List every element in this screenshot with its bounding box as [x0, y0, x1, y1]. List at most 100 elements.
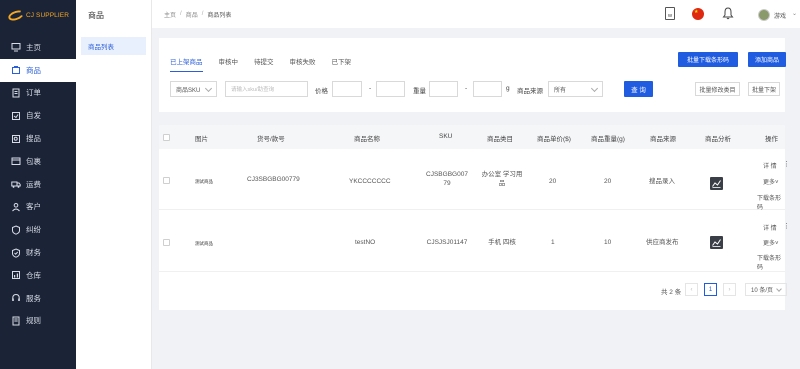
- price-label: 价格: [315, 88, 328, 95]
- submenu-panel: 商品 商品列表: [76, 0, 152, 369]
- more-dropdown[interactable]: 更多˅: [763, 238, 779, 247]
- avatar[interactable]: [758, 9, 770, 21]
- trend-chart-icon[interactable]: [710, 236, 723, 249]
- finance-icon: [11, 248, 21, 258]
- detail-link[interactable]: 详 情: [763, 161, 777, 170]
- submenu-title: 商品: [88, 10, 104, 20]
- sidebar-item-label: 服务: [26, 293, 41, 303]
- more-dots-icon[interactable]: ⋮: [783, 222, 790, 230]
- breadcrumb-product[interactable]: 商品: [186, 10, 198, 19]
- weight-max-input[interactable]: [473, 81, 502, 97]
- chevron-down-icon: ˅: [775, 180, 779, 186]
- sidebar-item-6[interactable]: 运费: [0, 173, 76, 196]
- more-dropdown[interactable]: 更多˅: [763, 177, 779, 186]
- page-size-select[interactable]: 10 条/页: [745, 283, 787, 296]
- more-label: 更多: [763, 241, 776, 247]
- chevron-down-icon[interactable]: ⌄: [792, 10, 797, 17]
- package-icon: [11, 156, 21, 166]
- tab-pending[interactable]: 待提交: [254, 56, 274, 72]
- sidebar-item-2[interactable]: 订单: [0, 82, 76, 105]
- tab-delisted[interactable]: 已下架: [332, 56, 352, 72]
- trend-chart-icon[interactable]: [710, 177, 723, 190]
- more-dots-icon[interactable]: ⋮: [783, 160, 790, 168]
- submenu-item-product-list[interactable]: 商品列表: [81, 37, 146, 55]
- category-cell: 办公室 学习用 品: [477, 171, 527, 188]
- product-thumbnail[interactable]: 测试商品: [195, 241, 213, 247]
- download-barcode-link[interactable]: 下载条形码: [757, 253, 785, 271]
- breadcrumb: 主页 / 商品 / 商品列表: [164, 10, 231, 19]
- bell-icon[interactable]: [722, 7, 734, 20]
- china-flag-icon[interactable]: [692, 8, 704, 20]
- chevron-down-icon: ˅: [775, 241, 779, 247]
- sku-type-value: 商品SKU: [176, 87, 201, 94]
- sidebar-item-12[interactable]: 规则: [0, 310, 76, 333]
- detail-link[interactable]: 详 情: [763, 223, 777, 232]
- dispute-icon: [11, 225, 21, 235]
- price-cell: 20: [549, 178, 557, 185]
- sku-line-1: CJSBGBG007: [426, 171, 468, 178]
- weight-min-input[interactable]: [429, 81, 458, 97]
- price-max-input[interactable]: [376, 81, 405, 97]
- filter-card: 已上架商品 审核中 待提交 审核失败 已下架 批量下载条形码 添加商品 商品SK…: [159, 38, 786, 112]
- query-button[interactable]: 查 询: [624, 81, 653, 97]
- next-page-icon[interactable]: ›: [723, 283, 736, 296]
- row-checkbox[interactable]: [163, 177, 170, 184]
- page-number-current[interactable]: 1: [704, 283, 717, 296]
- select-all-checkbox[interactable]: [163, 134, 170, 141]
- breadcrumb-current: 商品列表: [207, 12, 232, 19]
- sidebar-nav: 主页 商品 订单 自发 搜品 包裹运费客户 纠纷 财务仓库服务规则: [0, 36, 76, 332]
- source-cell: 搜品录入: [649, 178, 675, 185]
- sidebar-item-11[interactable]: 服务: [0, 287, 76, 310]
- sidebar: CJ SUPPLIER 主页 商品 订单 自发 搜品 包裹运费客户 纠纷 财务仓库服务规则: [0, 0, 76, 369]
- tab-listed[interactable]: 已上架商品: [170, 56, 203, 72]
- product-name-cell[interactable]: YKCCCCCCC: [349, 178, 391, 187]
- header-category: 商品类目: [487, 136, 513, 143]
- more-label: 更多: [763, 180, 776, 186]
- product-thumbnail[interactable]: 测试商品: [195, 179, 213, 185]
- header-item-no: 货号/款号: [257, 136, 285, 143]
- download-barcode-link[interactable]: 下载条形码: [757, 193, 785, 211]
- price-min-input[interactable]: [332, 81, 362, 97]
- tab-reviewing[interactable]: 审核中: [219, 56, 239, 72]
- weight-cell: 20: [604, 178, 612, 185]
- sidebar-item-3[interactable]: 自发: [0, 104, 76, 127]
- chevron-down-icon: [204, 84, 213, 93]
- sidebar-item-5[interactable]: 包裹: [0, 150, 76, 173]
- sidebar-item-4[interactable]: 搜品: [0, 127, 76, 150]
- sidebar-item-9[interactable]: 财务: [0, 241, 76, 264]
- category-line-2: 品: [498, 179, 506, 187]
- sidebar-item-label: 仓库: [26, 270, 41, 280]
- sidebar-item-8[interactable]: 纠纷: [0, 218, 76, 241]
- breadcrumb-separator: /: [180, 11, 182, 17]
- prev-page-icon[interactable]: ‹: [685, 283, 698, 296]
- header-image: 图片: [195, 136, 208, 143]
- batch-edit-category-button[interactable]: 批量修改类目: [695, 82, 740, 96]
- product-name-cell[interactable]: testNO: [355, 239, 375, 248]
- sku-cell: CJSJSJ01147: [423, 239, 471, 248]
- sidebar-item-0[interactable]: 主页: [0, 36, 76, 59]
- category-line-1: 手机 四核: [488, 239, 516, 246]
- batch-offline-button[interactable]: 批量下架: [748, 82, 780, 96]
- breadcrumb-home[interactable]: 主页: [164, 10, 176, 19]
- page-size-value: 10 条/页: [751, 288, 774, 294]
- tab-failed[interactable]: 审核失败: [290, 56, 316, 72]
- item-no-cell: CJ3SBGBG00779: [247, 176, 300, 183]
- document-icon[interactable]: W: [665, 7, 675, 20]
- sidebar-item-1[interactable]: 商品: [0, 58, 76, 82]
- username[interactable]: 游戏: [774, 11, 786, 20]
- brand-logo[interactable]: CJ SUPPLIER: [0, 0, 76, 30]
- product-table-card: 图片 货号/款号 商品名称 SKU 商品类目 商品单价($) 商品重量(g) 商…: [159, 125, 790, 310]
- category-cell: 手机 四核: [477, 239, 527, 248]
- sidebar-item-10[interactable]: 仓库: [0, 264, 76, 287]
- chevron-down-icon: [776, 286, 782, 292]
- sidebar-item-label: 运费: [26, 179, 41, 189]
- row-checkbox[interactable]: [163, 239, 170, 246]
- sidebar-item-7[interactable]: 客户: [0, 196, 76, 219]
- sku-type-select[interactable]: 商品SKU: [170, 81, 217, 97]
- status-tabs: 已上架商品 审核中 待提交 审核失败 已下架: [170, 56, 367, 72]
- source-select[interactable]: 所有: [548, 81, 603, 97]
- sku-search-input[interactable]: 请输入sku/助查询: [225, 81, 308, 97]
- add-product-button[interactable]: 添加商品: [748, 52, 786, 67]
- table-row: 测试商品 CJ3SBGBG00779 YKCCCCCCC CJSBGBG007 …: [159, 149, 790, 211]
- batch-download-barcode-button[interactable]: 批量下载条形码: [678, 52, 738, 67]
